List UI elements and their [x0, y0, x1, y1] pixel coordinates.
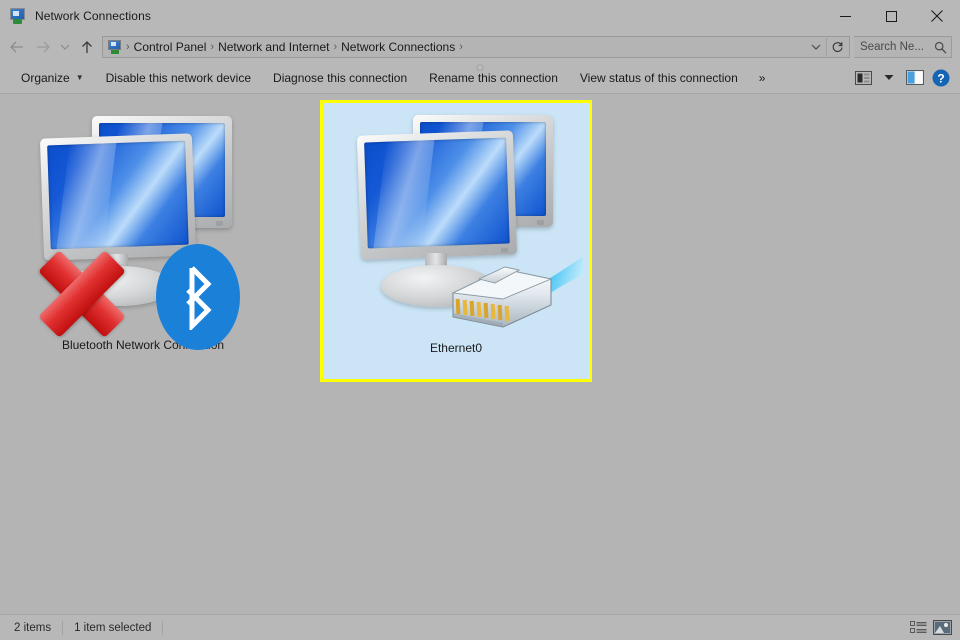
network-connections-icon: [107, 39, 123, 55]
breadcrumb-separator: ›: [459, 41, 463, 53]
command-toolbar: Organize ▼ Disable this network device D…: [0, 62, 960, 94]
search-input[interactable]: Search Ne...: [854, 36, 952, 58]
rename-connection-button[interactable]: Rename this connection: [418, 65, 569, 91]
address-dropdown-icon[interactable]: [806, 36, 826, 58]
connections-list: Bluetooth Network Connection Ethernet0: [0, 94, 960, 614]
network-connections-icon: [9, 7, 27, 25]
up-arrow-icon[interactable]: [74, 35, 100, 59]
recent-locations-chevron-icon[interactable]: [56, 35, 74, 59]
connection-item-bluetooth[interactable]: Bluetooth Network Connection: [8, 100, 278, 382]
status-divider: [162, 620, 164, 635]
organize-button[interactable]: Organize ▼: [10, 65, 95, 91]
monitor-front: [39, 133, 197, 261]
search-value: Search Ne...: [860, 41, 924, 53]
close-button[interactable]: [914, 0, 960, 32]
minimize-button[interactable]: [822, 0, 868, 32]
forward-arrow-icon[interactable]: [30, 35, 56, 59]
toolbar-overflow-button[interactable]: »: [749, 65, 776, 91]
breadcrumb-item-network-connections[interactable]: Network Connections: [338, 40, 458, 54]
breadcrumb-item-control-panel[interactable]: Control Panel: [131, 40, 210, 54]
view-status-button[interactable]: View status of this connection: [569, 65, 749, 91]
disable-network-device-button[interactable]: Disable this network device: [95, 65, 262, 91]
bluetooth-icon: [156, 244, 240, 350]
selection-count-label: 1 item selected: [74, 621, 152, 634]
two-monitors-icon: [28, 106, 258, 350]
chevron-down-icon: ▼: [75, 72, 84, 82]
preview-pane-icon[interactable]: [902, 65, 928, 91]
svg-text:?: ?: [937, 71, 944, 85]
network-connections-window: Network Connections › Control Panel › Ne…: [0, 0, 960, 640]
organize-label: Organize: [21, 70, 70, 85]
change-view-icon[interactable]: [850, 65, 876, 91]
connection-item-ethernet0[interactable]: Ethernet0: [320, 100, 592, 382]
window-title: Network Connections: [35, 9, 151, 23]
window-controls: [822, 0, 960, 32]
diagnose-connection-button[interactable]: Diagnose this connection: [262, 65, 418, 91]
refresh-icon[interactable]: [827, 36, 847, 58]
search-icon: [934, 41, 947, 54]
title-bar: Network Connections: [0, 0, 960, 32]
breadcrumb[interactable]: › Control Panel › Network and Internet ›…: [102, 36, 850, 58]
two-monitors-icon: [341, 109, 583, 339]
status-divider: [62, 620, 64, 635]
details-view-icon[interactable]: [906, 617, 930, 639]
red-x-disconnected-icon: [34, 246, 130, 342]
rj45-ethernet-cable-icon: [445, 251, 585, 337]
item-count-label: 2 items: [14, 621, 52, 634]
monitor-front: [356, 130, 518, 260]
large-icons-view-icon[interactable]: [930, 617, 954, 639]
help-icon[interactable]: ?: [928, 65, 954, 91]
maximize-button[interactable]: [868, 0, 914, 32]
toolbar-grab-handle[interactable]: [476, 64, 484, 71]
back-arrow-icon[interactable]: [4, 35, 30, 59]
status-bar: 2 items 1 item selected: [0, 614, 960, 640]
view-dropdown-caret-icon[interactable]: [876, 65, 902, 91]
connection-label-ethernet0: Ethernet0: [429, 341, 483, 355]
breadcrumb-item-network-and-internet[interactable]: Network and Internet: [215, 40, 332, 54]
address-bar: › Control Panel › Network and Internet ›…: [0, 32, 960, 62]
